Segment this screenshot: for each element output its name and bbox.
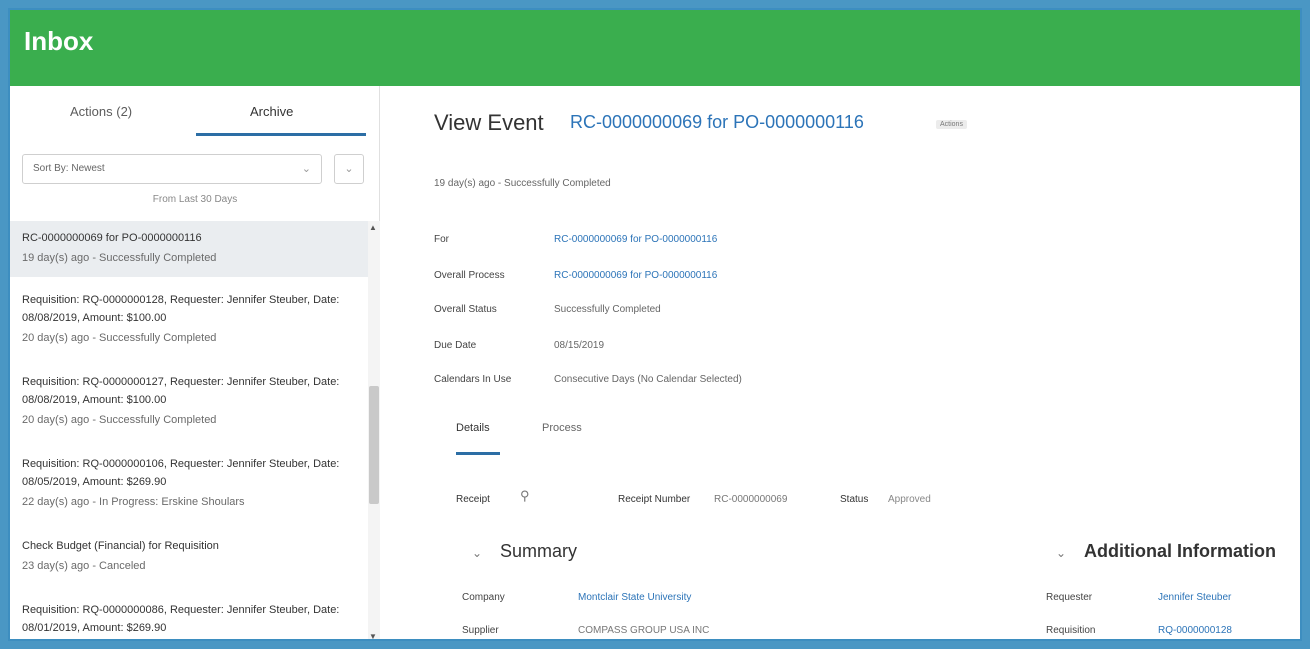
- field-label-due-date: Due Date: [434, 340, 477, 351]
- field-label-overall-process: Overall Process: [434, 270, 505, 281]
- tab-archive[interactable]: Archive: [250, 104, 293, 119]
- list-item-subtitle: 22 day(s) ago - In Progress: Erskine Sho…: [22, 496, 245, 508]
- event-detail-panel: View Event RC-0000000069 for PO-00000001…: [380, 86, 1300, 639]
- list-item-subtitle: 20 day(s) ago - Successfully Completed: [22, 332, 217, 344]
- list-item-title: Requisition: RQ-0000000128, Requester: J…: [22, 294, 340, 324]
- scroll-down-icon[interactable]: ▼: [369, 632, 377, 639]
- additional-label-requisition: Requisition: [1046, 625, 1096, 636]
- list-item[interactable]: Requisition: RQ-0000000106, Requester: J…: [10, 455, 368, 531]
- filter-dropdown-button[interactable]: ⌄: [334, 154, 364, 184]
- list-item[interactable]: Check Budget (Financial) for Requisition…: [10, 537, 368, 593]
- receipt-label: Receipt: [456, 494, 490, 505]
- list-item[interactable]: Requisition: RQ-0000000127, Requester: J…: [10, 373, 368, 449]
- chevron-down-icon: ⌄: [301, 163, 311, 175]
- chevron-down-icon[interactable]: ⌄: [1056, 546, 1066, 560]
- field-label-calendars: Calendars In Use: [434, 374, 512, 385]
- additional-value-requisition[interactable]: RQ-0000000128: [1158, 625, 1232, 636]
- list-item-subtitle: 20 day(s) ago - Successfully Completed: [22, 414, 217, 426]
- field-value-overall-process[interactable]: RC-0000000069 for PO-0000000116: [554, 270, 717, 281]
- field-value-calendars: Consecutive Days (No Calendar Selected): [554, 374, 742, 385]
- sidebar-tabs: Actions (2) Archive: [10, 86, 380, 146]
- active-tab-indicator: [196, 133, 366, 136]
- inbox-window: Inbox Actions (2) Archive Sort By: Newes…: [8, 8, 1302, 641]
- date-range-text: From Last 30 Days: [152, 194, 238, 205]
- list-item-title: Requisition: RQ-0000000106, Requester: J…: [22, 458, 340, 488]
- receipt-number-label: Receipt Number: [618, 494, 691, 505]
- list-item[interactable]: Requisition: RQ-0000000128, Requester: J…: [10, 291, 368, 367]
- list-item[interactable]: RC-0000000069 for PO-0000000116 19 day(s…: [10, 221, 368, 277]
- summary-label-supplier: Supplier: [462, 625, 499, 636]
- list-item-subtitle: 19 day(s) ago - Successfully Completed: [22, 252, 217, 264]
- status-value: Approved: [888, 494, 931, 505]
- field-label-overall-status: Overall Status: [434, 304, 497, 315]
- tab-details[interactable]: Details: [456, 422, 490, 434]
- status-label: Status: [840, 494, 869, 505]
- list-scrollbar[interactable]: ▲ ▼: [368, 221, 380, 639]
- sort-dropdown[interactable]: Sort By: Newest ⌄: [22, 154, 322, 184]
- summary-value-supplier: COMPASS GROUP USA INC: [578, 625, 710, 636]
- additional-value-requester[interactable]: Jennifer Steuber: [1158, 592, 1231, 603]
- sort-label: Sort By: Newest: [33, 163, 105, 174]
- additional-label-requester: Requester: [1046, 592, 1093, 603]
- inbox-sidebar: Actions (2) Archive Sort By: Newest ⌄ ⌄ …: [10, 86, 380, 639]
- scroll-up-icon[interactable]: ▲: [369, 223, 377, 232]
- list-item-subtitle: 23 day(s) ago - Canceled: [22, 560, 146, 572]
- event-status-line: 19 day(s) ago - Successfully Completed: [434, 178, 611, 189]
- scrollbar-thumb[interactable]: [369, 386, 379, 504]
- list-item[interactable]: Requisition: RQ-0000000086, Requester: J…: [10, 601, 368, 639]
- summary-label-company: Company: [462, 592, 505, 603]
- event-title-link[interactable]: RC-0000000069 for PO-0000000116: [570, 112, 864, 133]
- inbox-list: RC-0000000069 for PO-0000000116 19 day(s…: [10, 221, 368, 639]
- field-value-overall-status: Successfully Completed: [554, 304, 661, 315]
- chevron-down-icon[interactable]: ⌄: [472, 546, 482, 560]
- field-value-for[interactable]: RC-0000000069 for PO-0000000116: [554, 234, 717, 245]
- summary-section-title[interactable]: Summary: [500, 541, 577, 562]
- field-value-due-date: 08/15/2019: [554, 340, 605, 351]
- list-item-title: Requisition: RQ-0000000086, Requester: J…: [22, 604, 340, 634]
- actions-badge[interactable]: Actions: [936, 120, 967, 129]
- page-title: Inbox: [24, 26, 94, 56]
- list-item-title: Check Budget (Financial) for Requisition: [22, 540, 219, 552]
- list-item-title: RC-0000000069 for PO-0000000116: [22, 232, 202, 244]
- list-item-title: Requisition: RQ-0000000127, Requester: J…: [22, 376, 340, 406]
- field-label-for: For: [434, 234, 449, 245]
- view-event-label: View Event: [434, 110, 544, 135]
- search-icon[interactable]: ⚲: [520, 488, 530, 504]
- summary-value-company[interactable]: Montclair State University: [578, 592, 691, 603]
- inbox-header: Inbox: [10, 10, 1300, 86]
- additional-info-section-title[interactable]: Additional Information: [1084, 541, 1276, 562]
- receipt-number-value: RC-0000000069: [714, 494, 788, 505]
- tab-process[interactable]: Process: [542, 422, 582, 434]
- active-detail-tab-indicator: [456, 452, 500, 455]
- tab-actions[interactable]: Actions (2): [70, 104, 132, 119]
